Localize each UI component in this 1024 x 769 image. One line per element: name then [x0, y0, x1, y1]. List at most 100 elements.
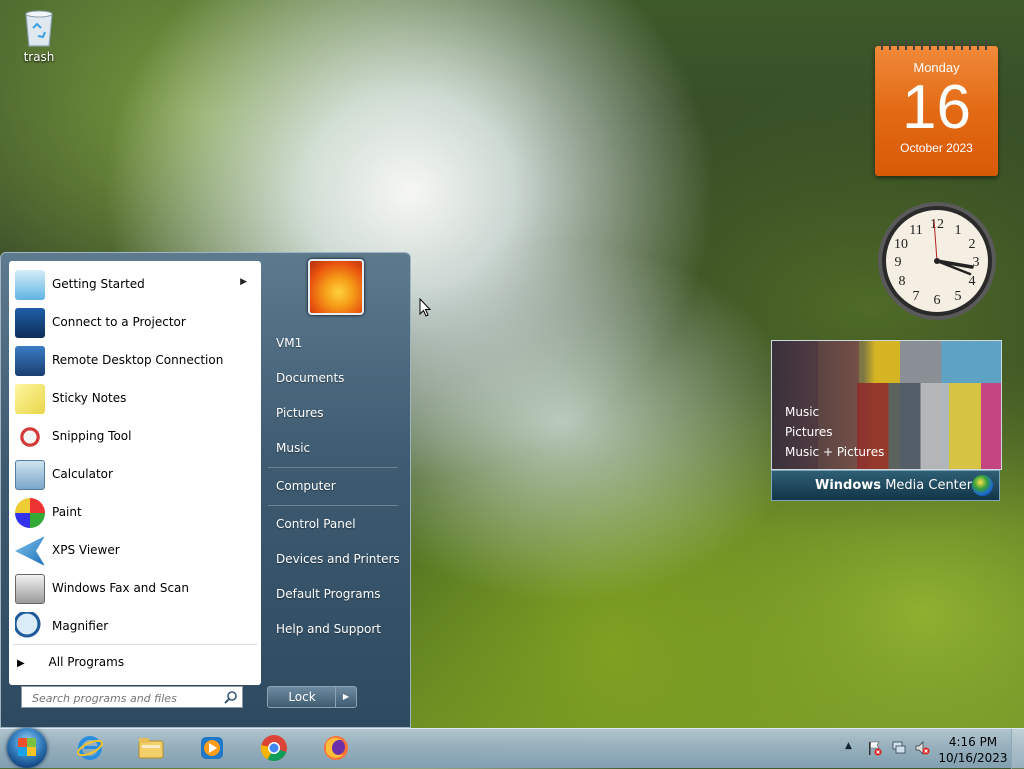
start-search-box[interactable] — [21, 686, 243, 708]
program-label: Paint — [52, 505, 82, 519]
program-getting-started[interactable]: Getting Started ▶ — [11, 267, 257, 303]
firefox-icon — [324, 736, 348, 760]
link-computer[interactable]: Computer — [276, 479, 336, 493]
magnifier-icon — [15, 612, 45, 642]
user-avatar[interactable] — [308, 259, 364, 315]
program-xps-viewer[interactable]: XPS Viewer — [11, 533, 257, 569]
program-fax-scan[interactable]: Windows Fax and Scan — [11, 571, 257, 607]
places-separator — [268, 505, 398, 506]
lock-button-group: Lock ▶ — [267, 686, 357, 708]
program-label: Snipping Tool — [52, 429, 132, 443]
program-remote-desktop[interactable]: Remote Desktop Connection — [11, 343, 257, 379]
start-search-input[interactable] — [30, 688, 219, 708]
getting-started-icon — [15, 270, 45, 300]
svg-text:9: 9 — [895, 255, 902, 270]
taskbar-time: 4:16 PM — [948, 735, 998, 749]
start-button[interactable] — [7, 728, 47, 768]
taskbar-firefox[interactable] — [316, 731, 356, 765]
media-player-icon — [201, 737, 223, 759]
link-user-folder[interactable]: VM1 — [276, 336, 302, 350]
places-separator — [268, 467, 398, 468]
svg-text:7: 7 — [913, 289, 920, 304]
svg-text:8: 8 — [899, 274, 906, 289]
calendar-gadget[interactable]: Monday 16 October 2023 — [875, 40, 998, 176]
calendar-day-number: 16 — [902, 73, 971, 142]
recycle-bin-label: trash — [23, 50, 55, 64]
link-control-panel[interactable]: Control Panel — [276, 517, 356, 531]
windows-orb-icon — [972, 475, 993, 496]
taskbar-file-explorer[interactable] — [131, 731, 171, 765]
all-programs-button[interactable]: ▶ All Programs — [17, 655, 124, 669]
calendar-rings — [881, 40, 992, 50]
svg-text:6: 6 — [934, 293, 941, 308]
media-center-menu-music-pictures[interactable]: Music + Pictures — [785, 442, 884, 462]
internet-explorer-icon — [77, 736, 103, 760]
svg-text:5: 5 — [955, 289, 962, 304]
start-menu-programs-pane: Getting Started ▶ Connect to a Projector… — [9, 261, 261, 685]
projector-icon — [15, 308, 45, 338]
file-explorer-icon — [138, 738, 164, 759]
taskbar-chrome[interactable] — [254, 731, 294, 765]
link-music[interactable]: Music — [276, 441, 310, 455]
all-programs-label: All Programs — [48, 655, 125, 669]
calculator-icon — [15, 460, 45, 490]
media-center-brand-suffix: Media Center — [885, 478, 973, 493]
programs-separator — [13, 644, 257, 645]
program-label: Windows Fax and Scan — [52, 581, 190, 595]
program-magnifier[interactable]: Magnifier — [11, 609, 257, 645]
program-label: XPS Viewer — [52, 543, 120, 557]
program-label: Magnifier — [52, 619, 109, 633]
taskbar-internet-explorer[interactable] — [70, 731, 110, 765]
taskbar-clock[interactable]: 4:16 PM 10/16/2023 — [938, 734, 1008, 766]
link-pictures[interactable]: Pictures — [276, 406, 324, 420]
program-label: Calculator — [52, 467, 113, 481]
clock-gadget[interactable]: 12 1 2 345 678 9 10 11 — [876, 200, 998, 322]
volume-muted-icon[interactable] — [914, 740, 930, 756]
windows-logo-icon — [18, 738, 36, 756]
program-calculator[interactable]: Calculator — [11, 457, 257, 493]
paint-icon — [15, 498, 45, 528]
program-label: Sticky Notes — [52, 391, 127, 405]
program-label: Getting Started — [52, 277, 145, 291]
media-center-launch-bar[interactable]: Windows Media Center — [771, 470, 1000, 501]
link-default-programs[interactable]: Default Programs — [276, 587, 381, 601]
snipping-tool-icon — [15, 422, 45, 452]
recycle-bin-icon — [22, 6, 56, 48]
taskbar: ▲ 4:16 PM 10/16/2023 — [0, 728, 1024, 769]
svg-text:1: 1 — [955, 223, 962, 238]
show-desktop-button[interactable] — [1011, 729, 1024, 769]
media-center-menu: Music Pictures Music + Pictures — [785, 402, 884, 462]
svg-text:11: 11 — [909, 223, 922, 238]
media-center-menu-music[interactable]: Music — [785, 402, 884, 422]
link-devices-printers[interactable]: Devices and Printers — [276, 552, 400, 566]
program-paint[interactable]: Paint — [11, 495, 257, 531]
network-icon[interactable] — [891, 740, 907, 756]
program-label: Remote Desktop Connection — [52, 353, 224, 367]
calendar-month-year: October 2023 — [900, 141, 973, 155]
recycle-bin-shortcut[interactable]: trash — [14, 6, 64, 64]
shutdown-options-arrow-icon[interactable]: ▶ — [335, 687, 356, 707]
mouse-cursor-icon — [419, 298, 431, 317]
program-snipping-tool[interactable]: Snipping Tool — [11, 419, 257, 455]
action-center-flag-icon[interactable] — [866, 740, 882, 756]
media-center-gadget[interactable]: Music Pictures Music + Pictures Windows … — [771, 340, 1002, 501]
svg-text:4: 4 — [969, 274, 976, 289]
taskbar-media-player[interactable] — [192, 731, 232, 765]
fax-scan-icon — [15, 574, 45, 604]
program-label: Connect to a Projector — [52, 315, 186, 329]
remote-desktop-icon — [15, 346, 45, 376]
all-programs-arrow-icon: ▶ — [17, 658, 25, 669]
search-icon[interactable] — [224, 690, 238, 704]
program-connect-projector[interactable]: Connect to a Projector — [11, 305, 257, 341]
link-documents[interactable]: Documents — [276, 371, 344, 385]
submenu-arrow-icon: ▶ — [240, 277, 247, 287]
taskbar-date: 10/16/2023 — [938, 751, 1008, 765]
program-sticky-notes[interactable]: Sticky Notes — [11, 381, 257, 417]
xps-viewer-icon — [15, 536, 45, 566]
lock-button[interactable]: Lock — [268, 690, 336, 704]
link-help-support[interactable]: Help and Support — [276, 622, 381, 636]
media-center-menu-pictures[interactable]: Pictures — [785, 422, 884, 442]
svg-text:10: 10 — [894, 237, 908, 252]
show-hidden-icons-arrow-icon[interactable]: ▲ — [845, 741, 861, 757]
start-menu: Getting Started ▶ Connect to a Projector… — [0, 252, 411, 728]
